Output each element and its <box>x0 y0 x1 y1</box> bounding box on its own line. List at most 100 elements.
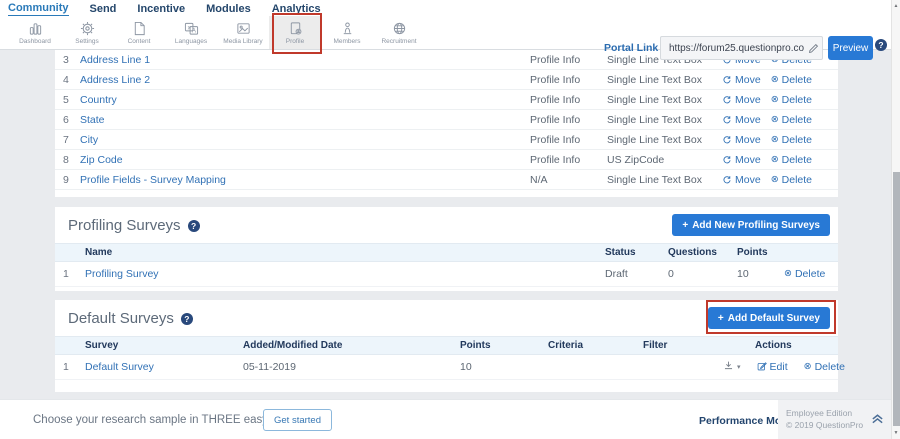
profile-fields-table: 3 Address Line 1 Profile Info Single Lin… <box>55 50 838 197</box>
row-number: 9 <box>63 174 80 186</box>
edit-label: Edit <box>770 361 788 373</box>
globe-icon <box>392 21 407 36</box>
collapse-chevron-icon[interactable] <box>870 412 885 430</box>
move-button[interactable]: Move <box>722 94 761 106</box>
header-points: Points <box>460 340 548 351</box>
move-button[interactable]: Move <box>722 114 761 126</box>
delete-label: Delete <box>815 361 845 373</box>
header-questions: Questions <box>668 247 737 258</box>
field-name-link[interactable]: State <box>80 114 530 126</box>
footer: Choose your research sample in THREE eas… <box>0 399 891 439</box>
delete-button[interactable]: ⊗Delete <box>771 154 812 166</box>
vertical-scrollbar[interactable]: ▲ ▼ <box>891 0 900 439</box>
add-default-survey-button[interactable]: + Add Default Survey <box>708 307 830 329</box>
toolbar: Dashboard Settings Content xA Languages … <box>0 16 891 50</box>
portal-url-box[interactable]: https://forum25.questionpro.com <box>660 36 823 60</box>
field-name-link[interactable]: City <box>80 134 530 146</box>
delete-label: Delete <box>782 94 812 106</box>
survey-points: 10 <box>737 268 784 280</box>
field-type: Single Line Text Box <box>607 94 722 106</box>
edit-button[interactable]: Edit <box>757 361 788 374</box>
move-label: Move <box>735 114 761 126</box>
delete-button[interactable]: ⊗Delete <box>771 134 812 146</box>
toolbar-item-settings[interactable]: Settings <box>61 16 113 49</box>
field-category: Profile Info <box>530 134 607 146</box>
field-category: Profile Info <box>530 154 607 166</box>
move-button[interactable]: Move <box>722 134 761 146</box>
table-header: Survey Added/Modified Date Points Criter… <box>55 336 838 355</box>
add-button-label: Add Default Survey <box>728 313 820 324</box>
delete-icon: ⊗ <box>771 75 779 85</box>
move-button[interactable]: Move <box>722 174 761 186</box>
row-number: 7 <box>63 134 80 146</box>
nav-item-send[interactable]: Send <box>90 3 117 15</box>
portal-link-label: Portal Link <box>604 42 658 54</box>
survey-points: 10 <box>460 361 548 373</box>
help-icon[interactable]: ? <box>875 39 887 51</box>
survey-name-link[interactable]: Default Survey <box>85 361 243 373</box>
profile-icon <box>288 21 303 36</box>
toolbar-item-media-library[interactable]: Media Library <box>217 16 269 49</box>
survey-name-link[interactable]: Profiling Survey <box>85 268 605 280</box>
help-icon[interactable]: ? <box>181 313 193 325</box>
delete-button[interactable]: ⊗Delete <box>771 114 812 126</box>
field-category: Profile Info <box>530 74 607 86</box>
edit-pencil-icon <box>757 361 767 374</box>
table-row: 8 Zip Code Profile Info US ZipCode Move … <box>55 150 838 170</box>
delete-button[interactable]: ⊗Delete <box>771 74 812 86</box>
toolbar-item-profile[interactable]: Profile <box>269 16 321 49</box>
delete-icon: ⊗ <box>804 362 812 372</box>
scroll-down-icon[interactable]: ▼ <box>892 430 900 436</box>
header: Community Send Incentive Modules Analyti… <box>0 0 891 50</box>
default-surveys-title: Default Surveys <box>68 310 174 327</box>
header-actions: Actions <box>723 340 838 351</box>
delete-button[interactable]: ⊗Delete <box>804 361 845 373</box>
nav-item-community[interactable]: Community <box>8 2 69 16</box>
delete-button[interactable]: ⊗Delete <box>771 94 812 106</box>
toolbar-item-dashboard[interactable]: Dashboard <box>9 16 61 49</box>
scroll-up-icon[interactable]: ▲ <box>892 3 900 9</box>
field-name-link[interactable]: Address Line 1 <box>80 54 530 66</box>
field-type: Single Line Text Box <box>607 174 722 186</box>
field-category: Profile Info <box>530 54 607 66</box>
nav-item-modules[interactable]: Modules <box>206 3 251 15</box>
header-points: Points <box>737 247 784 258</box>
row-number: 6 <box>63 114 80 126</box>
toolbar-item-label: Settings <box>75 38 99 45</box>
toolbar-item-languages[interactable]: xA Languages <box>165 16 217 49</box>
field-name-link[interactable]: Address Line 2 <box>80 74 530 86</box>
table-row: 1 Default Survey 05-11-2019 10 ▾ Edit ⊗D… <box>55 355 838 380</box>
download-dropdown-button[interactable]: ▾ <box>723 360 741 374</box>
move-label: Move <box>735 154 761 166</box>
field-name-link[interactable]: Profile Fields - Survey Mapping <box>80 174 530 186</box>
field-name-link[interactable]: Zip Code <box>80 154 530 166</box>
delete-button[interactable]: ⊗Delete <box>784 268 825 280</box>
portal-link-dropdown[interactable]: Portal Link ▾ <box>604 42 666 54</box>
field-category: N/A <box>530 174 607 186</box>
edition-line2: © 2019 QuestionPro <box>786 419 863 431</box>
header-name: Name <box>85 247 605 258</box>
nav-item-analytics[interactable]: Analytics <box>272 3 321 15</box>
edition-line1: Employee Edition <box>786 407 863 419</box>
delete-icon: ⊗ <box>771 95 779 105</box>
delete-label: Delete <box>782 114 812 126</box>
row-number: 3 <box>63 54 80 66</box>
edition-panel: Employee Edition © 2019 QuestionPro <box>778 400 891 439</box>
move-button[interactable]: Move <box>722 154 761 166</box>
get-started-button[interactable]: Get started <box>263 409 332 431</box>
move-button[interactable]: Move <box>722 74 761 86</box>
preview-button[interactable]: Preview <box>828 36 873 60</box>
nav-item-incentive[interactable]: Incentive <box>137 3 185 15</box>
scrollbar-thumb[interactable] <box>893 172 900 426</box>
delete-button[interactable]: ⊗Delete <box>771 174 812 186</box>
table-row: 4 Address Line 2 Profile Info Single Lin… <box>55 70 838 90</box>
help-icon[interactable]: ? <box>188 220 200 232</box>
survey-questions: 0 <box>668 268 737 280</box>
toolbar-item-recruitment[interactable]: Recruitment <box>373 16 425 49</box>
edit-url-pencil-icon[interactable] <box>804 43 822 54</box>
toolbar-item-content[interactable]: Content <box>113 16 165 49</box>
field-name-link[interactable]: Country <box>80 94 530 106</box>
toolbar-item-members[interactable]: Members <box>321 16 373 49</box>
toolbar-item-label: Media Library <box>223 38 262 45</box>
add-new-profiling-surveys-button[interactable]: + Add New Profiling Surveys <box>672 214 830 236</box>
